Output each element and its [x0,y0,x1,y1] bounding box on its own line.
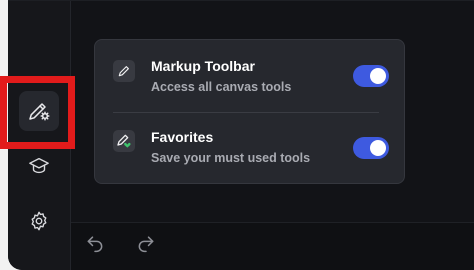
pencil-heart-icon [113,130,135,152]
gear-icon [31,211,47,231]
redo-icon [138,236,154,253]
top-divider [8,0,474,1]
toggle-knob [370,68,386,84]
redo-button[interactable] [134,231,158,255]
sidebar-item-settings[interactable] [19,201,59,241]
favorites-row[interactable]: Favorites Save your must used tools [95,112,404,176]
markup-toolbar-row[interactable]: Markup Toolbar Access all canvas tools [95,40,404,104]
sidebar-item-learn[interactable] [19,146,59,186]
favorites-toggle[interactable] [353,137,389,159]
pencil-square-icon [113,60,135,82]
undo-icon [87,236,103,253]
graduation-cap-icon [29,157,49,174]
favorites-subtitle: Save your must used tools [151,151,311,165]
markup-toolbar-toggle[interactable] [353,65,389,87]
favorites-title: Favorites [151,129,214,145]
markup-toolbar-subtitle: Access all canvas tools [151,80,292,94]
bottom-toolbar [71,222,474,270]
markup-toolbar-title: Markup Toolbar [151,58,255,74]
highlight-annotation [0,76,75,149]
toolbar-settings-popover: Markup Toolbar Access all canvas tools F… [94,39,405,184]
toggle-knob [370,140,386,156]
undo-button[interactable] [83,231,107,255]
